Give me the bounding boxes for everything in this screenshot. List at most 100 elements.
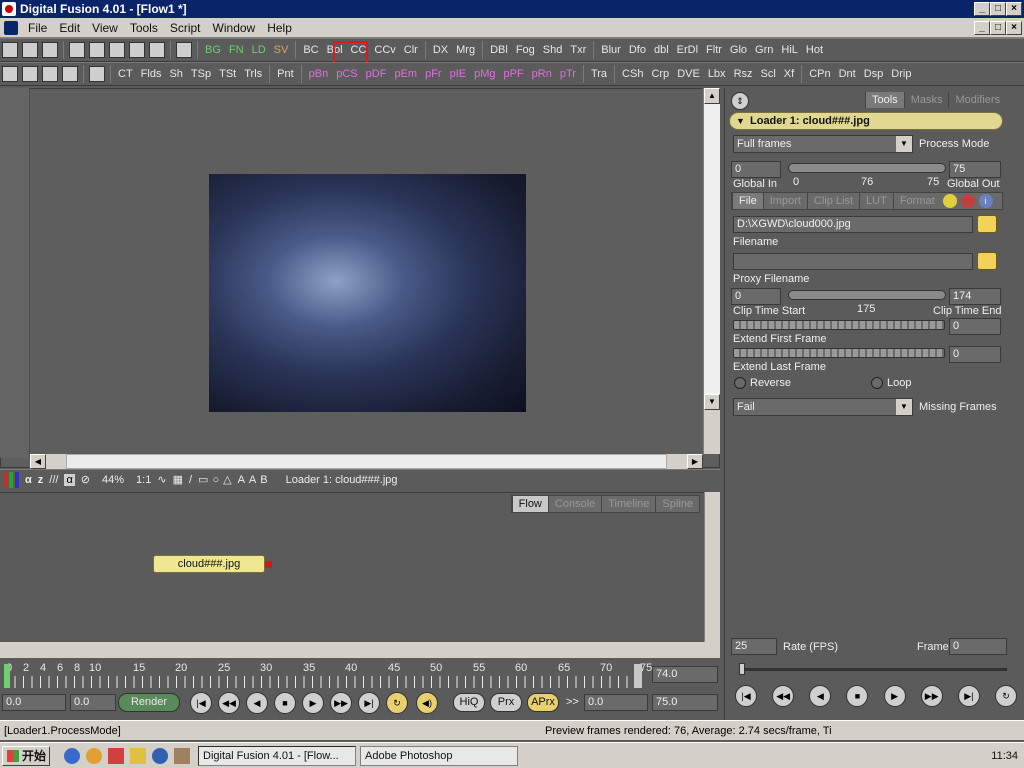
- tool-dbl[interactable]: DBl: [486, 40, 512, 60]
- tool-flds[interactable]: Flds: [137, 64, 166, 84]
- tool-sh[interactable]: Sh: [165, 64, 186, 84]
- doc-close-button[interactable]: ×: [1006, 20, 1022, 35]
- loop-radio[interactable]: [871, 377, 883, 389]
- filename-input[interactable]: D:\XGWD\cloud000.jpg: [733, 216, 973, 233]
- tool-fltr[interactable]: Fltr: [702, 40, 726, 60]
- tool-txr[interactable]: Txr: [566, 40, 590, 60]
- tool-tst[interactable]: TSt: [215, 64, 240, 84]
- tool-pbn[interactable]: pBn: [305, 64, 333, 84]
- tool-pem[interactable]: pEm: [390, 64, 421, 84]
- copy-icon[interactable]: [89, 42, 105, 58]
- menu-edit[interactable]: Edit: [53, 21, 86, 35]
- clip-start-field[interactable]: 0: [731, 288, 781, 305]
- tab-flow[interactable]: Flow: [511, 496, 548, 512]
- waveform-icon[interactable]: ∿: [157, 473, 166, 486]
- layout-4-icon[interactable]: [62, 66, 78, 82]
- menu-file[interactable]: File: [22, 21, 53, 35]
- tool-shd[interactable]: Shd: [539, 40, 567, 60]
- gear-icon[interactable]: [960, 194, 975, 208]
- viewer-vertical-scrollbar[interactable]: ▲ ▼: [703, 88, 720, 454]
- tool-bg[interactable]: BG: [201, 40, 225, 60]
- tool-rsz[interactable]: Rsz: [730, 64, 757, 84]
- menu-view[interactable]: View: [86, 21, 124, 35]
- task-fusion[interactable]: Digital Fusion 4.01 - [Flow...: [198, 745, 356, 766]
- go-start-icon[interactable]: |◀: [190, 692, 212, 714]
- tool-fog[interactable]: Fog: [512, 40, 539, 60]
- tool-pfr[interactable]: pFr: [421, 64, 446, 84]
- save-icon[interactable]: [42, 42, 58, 58]
- open-icon[interactable]: [22, 42, 38, 58]
- layout-3-icon[interactable]: [42, 66, 58, 82]
- current-time-field[interactable]: 74.0: [652, 666, 718, 683]
- layout-2-icon[interactable]: [22, 66, 38, 82]
- doc-restore-button[interactable]: □: [990, 20, 1006, 35]
- tool-trls[interactable]: Trls: [240, 64, 266, 84]
- menu-script[interactable]: Script: [164, 21, 207, 35]
- go-start-icon[interactable]: |◀: [735, 685, 757, 707]
- red-channel-icon[interactable]: [3, 471, 7, 488]
- scroll-up-icon[interactable]: ▲: [704, 88, 720, 104]
- tool-grn[interactable]: Grn: [751, 40, 777, 60]
- redo-icon[interactable]: [149, 42, 165, 58]
- minimize-button[interactable]: _: [974, 2, 990, 16]
- tool-tsp[interactable]: TSp: [187, 64, 215, 84]
- device-icon[interactable]: [89, 66, 105, 82]
- go-end-icon[interactable]: ▶|: [957, 685, 980, 707]
- flow-vertical-scrollbar[interactable]: [704, 492, 720, 642]
- panel-toggle-icon[interactable]: ⇕: [731, 92, 749, 110]
- radiation-icon[interactable]: [942, 194, 957, 208]
- tool-scl[interactable]: Scl: [757, 64, 780, 84]
- tool-hot[interactable]: Hot: [802, 40, 827, 60]
- tool-lbx[interactable]: Lbx: [704, 64, 730, 84]
- stop-icon[interactable]: ■: [274, 692, 296, 714]
- global-out-field[interactable]: 75: [949, 161, 1001, 178]
- new-icon[interactable]: [2, 42, 18, 58]
- subtab-lut[interactable]: LUT: [859, 193, 893, 209]
- play-icon[interactable]: ▶: [883, 685, 906, 707]
- frame-field[interactable]: 0: [949, 638, 1007, 655]
- viewer-horizontal-scrollbar[interactable]: ◀ ▶: [30, 454, 703, 469]
- reverse-radio[interactable]: [734, 377, 746, 389]
- extend-last-field[interactable]: 0: [949, 346, 1001, 363]
- scroll-down-icon[interactable]: ▼: [704, 394, 720, 410]
- scroll-right-icon[interactable]: ▶: [687, 454, 703, 469]
- fast-forward-icon[interactable]: ▶▶: [920, 685, 943, 707]
- task-photoshop[interactable]: Adobe Photoshop: [360, 745, 518, 766]
- tool-hil[interactable]: HiL: [777, 40, 802, 60]
- tool-clr[interactable]: Clr: [400, 40, 422, 60]
- tool-pnt[interactable]: Pnt: [273, 64, 298, 84]
- rect-icon[interactable]: ▭: [198, 473, 208, 486]
- global-in-field[interactable]: 0: [731, 161, 781, 178]
- tool-csh[interactable]: CSh: [618, 64, 647, 84]
- stop-icon[interactable]: ■: [846, 685, 869, 707]
- extend-first-slider[interactable]: [733, 320, 945, 330]
- app-quick-icon[interactable]: [174, 747, 190, 764]
- menu-help[interactable]: Help: [261, 21, 298, 35]
- global-range-slider[interactable]: [788, 163, 946, 173]
- flow-horizontal-scrollbar[interactable]: [0, 642, 720, 658]
- tab-spline[interactable]: Spline: [655, 496, 699, 512]
- proxy-folder-icon[interactable]: [977, 252, 997, 270]
- subtab-import[interactable]: Import: [762, 193, 807, 209]
- menu-tools[interactable]: Tools: [124, 21, 164, 35]
- render-button[interactable]: Render: [118, 693, 180, 712]
- time-ruler[interactable]: 0 2 4 6 8 10 15 20 25 30 35 40 45 50 55 …: [0, 662, 724, 692]
- tool-pcs[interactable]: pCS: [332, 64, 361, 84]
- tab-modifiers[interactable]: Modifiers: [948, 92, 1006, 108]
- speaker-icon[interactable]: ◀): [416, 692, 438, 714]
- playhead-marker[interactable]: [634, 664, 642, 688]
- tab-masks[interactable]: Masks: [903, 92, 949, 108]
- pdf-icon[interactable]: [108, 747, 124, 764]
- doc-minimize-button[interactable]: _: [974, 20, 990, 35]
- rate-field[interactable]: 25: [731, 638, 777, 655]
- tool-dbl2[interactable]: dbl: [650, 40, 673, 60]
- render-end-field[interactable]: 0.0: [584, 694, 648, 711]
- z-channel-icon[interactable]: z: [38, 474, 44, 486]
- clip-end-field[interactable]: 174: [949, 288, 1001, 305]
- tool-pdf[interactable]: pDF: [362, 64, 391, 84]
- media-icon[interactable]: [86, 747, 102, 764]
- tool-ct[interactable]: CT: [114, 64, 137, 84]
- alpha-overlay-icon[interactable]: α: [64, 473, 75, 486]
- green-channel-icon[interactable]: [9, 471, 13, 488]
- tool-ppf[interactable]: pPF: [499, 64, 527, 84]
